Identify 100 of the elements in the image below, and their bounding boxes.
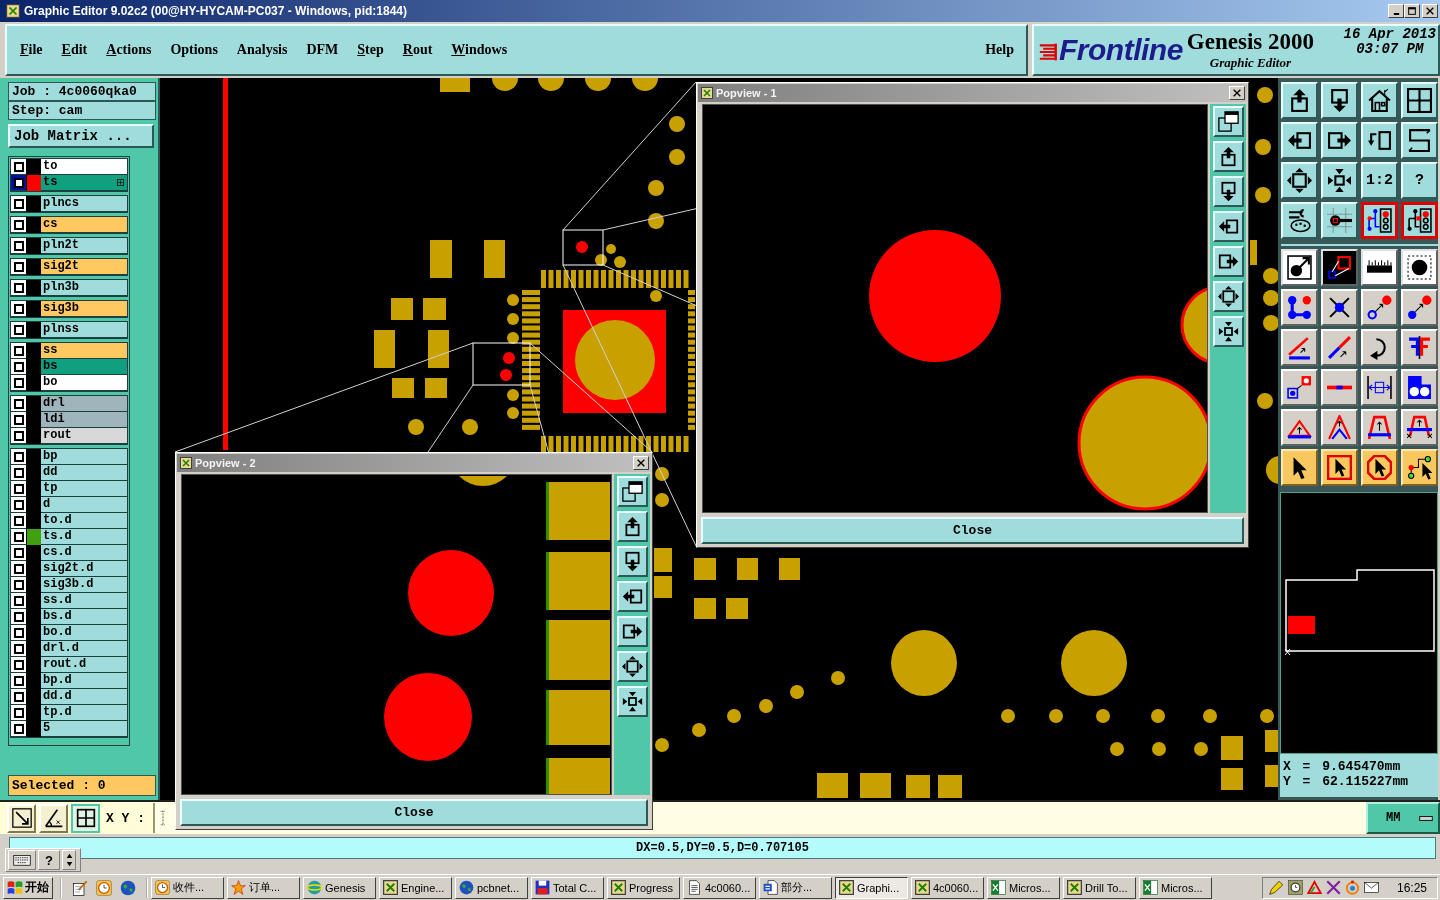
layer-checkbox[interactable] — [13, 483, 24, 494]
taskbar-button[interactable]: Drill To... — [1063, 876, 1136, 899]
taskbar-button[interactable]: Graphi... — [835, 876, 908, 899]
layer-name[interactable]: plnss — [41, 322, 127, 338]
layer-checkbox[interactable] — [13, 430, 24, 441]
close-button[interactable] — [1422, 4, 1438, 18]
layer-checkbox[interactable] — [13, 324, 24, 335]
layer-checkbox[interactable] — [13, 261, 24, 272]
layer-checkbox[interactable] — [13, 563, 24, 574]
start-button[interactable]: 开始 — [3, 876, 53, 899]
clock-icon[interactable] — [96, 879, 112, 896]
window-close-button[interactable] — [1229, 86, 1245, 100]
layer-checkbox[interactable] — [13, 282, 24, 293]
layer-name[interactable]: sig2t.d — [41, 561, 127, 577]
taskbar-button[interactable]: Micros... — [987, 876, 1060, 899]
layer-checkbox[interactable] — [13, 515, 24, 526]
job-matrix-button[interactable]: Job Matrix ... — [8, 124, 154, 148]
layer-checkbox[interactable] — [13, 198, 24, 209]
layer-checkbox[interactable] — [13, 707, 24, 718]
layer-name[interactable]: to — [41, 159, 127, 175]
menu-item[interactable]: Edit — [61, 42, 88, 58]
tool-button[interactable] — [1361, 202, 1398, 239]
layer-name[interactable]: bo — [41, 375, 127, 391]
layer-name[interactable]: bp.d — [41, 673, 127, 689]
taskbar-button[interactable]: Micros... — [1139, 876, 1212, 899]
pencil-icon[interactable] — [1268, 880, 1284, 895]
layer-name[interactable]: ts — [41, 175, 127, 191]
taskbar-button[interactable]: 收件... — [151, 876, 224, 899]
layer-checkbox[interactable] — [13, 414, 24, 425]
keyboard-button[interactable] — [8, 850, 36, 870]
menu-item[interactable]: Analysis — [236, 42, 288, 58]
layer-checkbox[interactable] — [13, 361, 24, 372]
help-menu[interactable]: Help — [985, 42, 1014, 58]
layer-checkbox[interactable] — [13, 595, 24, 606]
spin-button[interactable] — [62, 850, 76, 870]
layer-name[interactable]: sig3b — [41, 301, 127, 317]
units-button[interactable]: MM — [1366, 802, 1440, 834]
layer-checkbox[interactable] — [13, 579, 24, 590]
maximize-button[interactable] — [1404, 4, 1420, 18]
layer-checkbox[interactable] — [13, 161, 24, 172]
menu-item[interactable]: Step — [357, 42, 384, 58]
layer-name[interactable]: cs.d — [41, 545, 127, 561]
taskbar-button[interactable]: 4c0060... — [911, 876, 984, 899]
window-close-button[interactable] — [633, 456, 649, 470]
layer-name[interactable]: cs — [41, 217, 127, 233]
layer-name[interactable]: bo.d — [41, 625, 127, 641]
layer-checkbox[interactable] — [13, 377, 24, 388]
tool-button[interactable]: 1:2 — [1361, 162, 1398, 199]
layer-name[interactable]: drl — [41, 396, 127, 412]
layer-name[interactable]: ss — [41, 343, 127, 359]
layer-name[interactable]: sig3b.d — [41, 577, 127, 593]
taskbar-button[interactable]: Total C... — [531, 876, 604, 899]
layer-checkbox[interactable] — [13, 547, 24, 558]
menu-item[interactable]: Windows — [451, 42, 508, 58]
taskbar-button[interactable]: 部分... — [759, 876, 832, 899]
layer-checkbox[interactable] — [13, 240, 24, 251]
envelope-icon[interactable] — [1363, 880, 1379, 895]
menu-item[interactable]: File — [20, 42, 43, 58]
menu-item[interactable]: Options — [170, 42, 218, 58]
layer-name[interactable]: pln2t — [41, 238, 127, 254]
tool-button[interactable] — [1401, 202, 1438, 239]
tool-button[interactable]: ? — [1401, 162, 1438, 199]
layer-name[interactable]: tp.d — [41, 705, 127, 721]
taskbar-button[interactable]: Progress — [607, 876, 680, 899]
layer-checkbox[interactable] — [13, 303, 24, 314]
layer-name[interactable]: pln3b — [41, 280, 127, 296]
layer-name[interactable]: rout.d — [41, 657, 127, 673]
layer-name[interactable]: bp — [41, 449, 127, 465]
layer-name[interactable]: ss.d — [41, 593, 127, 609]
layer-checkbox[interactable] — [13, 643, 24, 654]
layer-checkbox[interactable] — [13, 691, 24, 702]
layer-checkbox[interactable] — [13, 675, 24, 686]
layer-checkbox[interactable] — [13, 659, 24, 670]
layer-name[interactable]: to.d — [41, 513, 127, 529]
layer-name[interactable]: bs.d — [41, 609, 127, 625]
layer-name[interactable]: d — [41, 497, 127, 513]
taskbar-button[interactable]: 4c0060... — [683, 876, 756, 899]
layer-checkbox[interactable] — [13, 219, 24, 230]
menu-item[interactable]: DFM — [306, 42, 339, 58]
clock-icon[interactable] — [1287, 880, 1303, 895]
layer-name[interactable]: rout — [41, 428, 127, 444]
close-button[interactable]: Close — [180, 799, 648, 826]
layer-checkbox[interactable] — [13, 627, 24, 638]
taskbar-button[interactable]: Genesis — [303, 876, 376, 899]
layer-name[interactable]: dd — [41, 465, 127, 481]
close-button[interactable]: Close — [701, 517, 1244, 544]
minimize-button[interactable] — [1388, 4, 1404, 18]
layer-checkbox[interactable] — [13, 467, 24, 478]
layer-checkbox[interactable] — [13, 451, 24, 462]
taskbar-button[interactable]: Engine... — [379, 876, 452, 899]
layer-name[interactable]: drl.d — [41, 641, 127, 657]
layer-name[interactable]: dd.d — [41, 689, 127, 705]
globe-icon[interactable] — [120, 879, 136, 896]
layer-checkbox[interactable] — [13, 398, 24, 409]
layer-checkbox[interactable] — [13, 723, 24, 734]
cross-icon[interactable] — [1325, 880, 1341, 895]
tool-button[interactable] — [71, 803, 100, 833]
layer-checkbox[interactable] — [13, 531, 24, 542]
menu-item[interactable]: Actions — [106, 42, 152, 58]
layer-checkbox[interactable] — [13, 611, 24, 622]
